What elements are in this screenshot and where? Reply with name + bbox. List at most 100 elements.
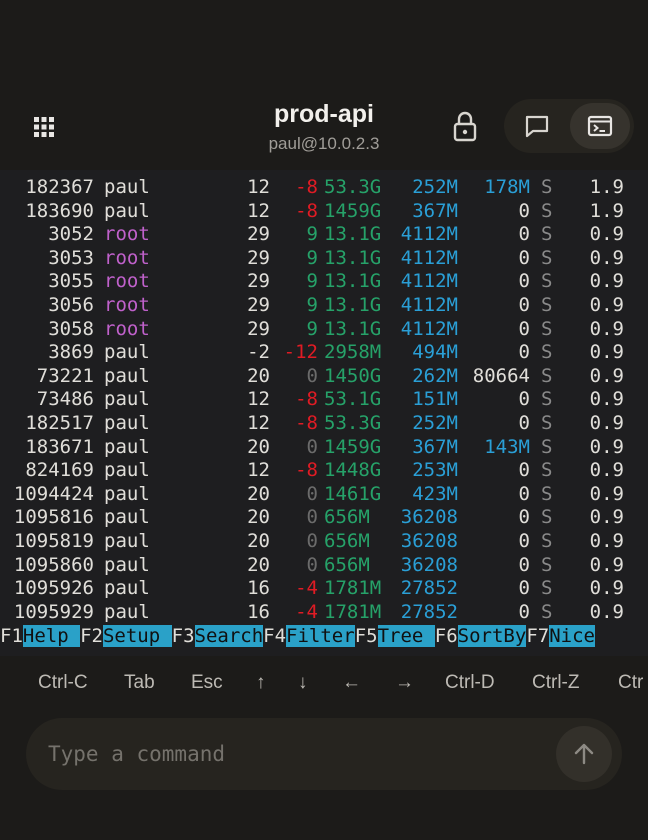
fkey-help[interactable]: F1Help [0,625,81,647]
nice-cell: 9 [306,223,318,246]
cpu-cell: 0.9 [589,506,624,529]
priority-cell: 29 [247,294,270,316]
terminal-icon [587,115,613,137]
shortcut-key[interactable]: Ctr [618,672,643,694]
process-row[interactable]: 73486 paul 12 -8 53.1G 151M 0 S 0.9 [0,388,648,412]
state-cell: S [541,530,553,552]
process-row[interactable]: 183671 paul 20 0 1459G 367M 143M S 0.9 [0,436,648,460]
shortcut-key[interactable]: ↑ [256,672,266,694]
fkey-sortby[interactable]: F6SortBy [435,625,527,647]
user-cell: paul [104,600,150,623]
user-cell: root [104,294,150,316]
shr-cell: 0 [518,553,530,576]
process-row[interactable]: 3058 root 29 9 13.1G 4112M 0 S 0.9 [0,318,648,342]
state-cell: S [541,199,553,222]
top-app-bar: prod-api paul@10.0.2.3 [0,0,648,170]
cpu-cell: 0.9 [589,459,624,482]
cpu-cell: 0.9 [589,530,624,552]
cpu-cell: 0.9 [589,294,624,316]
state-cell: S [541,270,553,293]
process-row[interactable]: 3056 root 29 9 13.1G 4112M 0 S 0.9 [0,294,648,318]
priority-cell: 20 [247,482,270,505]
nice-cell: -8 [295,412,318,434]
fkey-nice[interactable]: F7Nice [526,625,595,647]
shr-cell: 0 [518,341,530,364]
fkey-setup[interactable]: F2Setup [80,625,172,647]
shortcut-key[interactable]: Ctrl-Z [532,672,579,694]
virt-cell: 1448G [324,459,382,482]
terminal-view-button[interactable] [570,103,630,149]
cpu-cell: 0.9 [589,317,624,340]
process-row[interactable]: 3053 root 29 9 13.1G 4112M 0 S 0.9 [0,247,648,271]
user-cell: root [104,246,150,269]
process-row[interactable]: 1095926 paul 16 -4 1781M 27852 0 S 0.9 [0,577,648,601]
nice-cell: 0 [306,553,318,576]
shortcut-key[interactable]: Esc [191,672,223,694]
process-row[interactable]: 1095860 paul 20 0 656M 36208 0 S 0.9 [0,554,648,578]
user-cell: paul [104,388,150,411]
pid-cell: 73486 [36,388,94,411]
priority-cell: 20 [247,553,270,576]
process-row[interactable]: 1095816 paul 20 0 656M 36208 0 S 0.9 [0,506,648,530]
shr-cell: 0 [518,388,530,411]
shr-cell: 0 [518,246,530,269]
shr-cell: 0 [518,506,530,529]
shortcut-key[interactable]: Ctrl-D [445,672,495,694]
terminal-screen[interactable]: 182367 paul 12 -8 53.3G 252M 178M S 1.9 183690 pau… [0,170,648,656]
state-cell: S [541,459,553,482]
state-cell: S [541,600,553,623]
lock-button[interactable] [450,110,480,142]
fkey-tree[interactable]: F5Tree [355,625,435,647]
res-cell: 4112M [400,270,458,293]
command-input[interactable] [48,740,528,768]
state-cell: S [541,294,553,316]
res-cell: 36208 [400,530,458,552]
process-row[interactable]: 1094424 paul 20 0 1461G 423M 0 S 0.9 [0,483,648,507]
process-row[interactable]: 1095819 paul 20 0 656M 36208 0 S 0.9 [0,530,648,554]
priority-cell: 12 [247,199,270,222]
process-row[interactable]: 182367 paul 12 -8 53.3G 252M 178M S 1.9 [0,176,648,200]
process-row[interactable]: 3055 root 29 9 13.1G 4112M 0 S 0.9 [0,270,648,294]
pid-cell: 182367 [25,176,94,198]
pid-cell: 3053 [48,246,94,269]
nice-cell: -8 [295,199,318,222]
shr-cell: 0 [518,270,530,293]
send-button[interactable] [556,726,612,782]
shortcut-key[interactable]: ↓ [298,672,308,694]
pid-cell: 3058 [48,317,94,340]
process-row[interactable]: 3052 root 29 9 13.1G 4112M 0 S 0.9 [0,223,648,247]
priority-cell: 29 [247,270,270,293]
shortcut-key[interactable]: Ctrl-C [38,672,88,694]
state-cell: S [541,506,553,529]
process-row[interactable]: 824169 paul 12 -8 1448G 253M 0 S 0.9 [0,459,648,483]
user-cell: paul [104,459,150,482]
pid-cell: 183690 [25,199,94,222]
nice-cell: -8 [295,459,318,482]
virt-cell: 53.3G [324,176,382,198]
shr-cell: 0 [518,317,530,340]
process-row[interactable]: 182517 paul 12 -8 53.3G 252M 0 S 0.9 [0,412,648,436]
state-cell: S [541,482,553,505]
fkey-search[interactable]: F3Search [172,625,264,647]
process-row[interactable]: 183690 paul 12 -8 1459G 367M 0 S 1.9 [0,200,648,224]
state-cell: S [541,553,553,576]
state-cell: S [541,341,553,364]
res-cell: 252M [412,412,458,434]
shortcut-key[interactable]: Tab [124,672,155,694]
cpu-cell: 0.9 [589,412,624,434]
virt-cell: 1461G [324,482,382,505]
shortcut-key[interactable]: → [395,672,414,694]
cpu-cell: 0.9 [589,388,624,411]
fkey-filter[interactable]: F4Filter [263,625,355,647]
state-cell: S [541,364,553,387]
cpu-cell: 1.9 [589,199,624,222]
process-row[interactable]: 3869 paul -2 -12 2958M 494M 0 S 0.9 [0,341,648,365]
process-row[interactable]: 73221 paul 20 0 1450G 262M 80664 S 0.9 [0,365,648,389]
cpu-cell: 0.9 [589,482,624,505]
shortcut-key[interactable]: ← [342,672,361,694]
res-cell: 27852 [400,600,458,623]
chat-view-button[interactable] [508,103,566,149]
res-cell: 4112M [400,317,458,340]
process-row[interactable]: 1095929 paul 16 -4 1781M 27852 0 S 0.9 [0,601,648,625]
nice-cell: -4 [295,577,318,600]
